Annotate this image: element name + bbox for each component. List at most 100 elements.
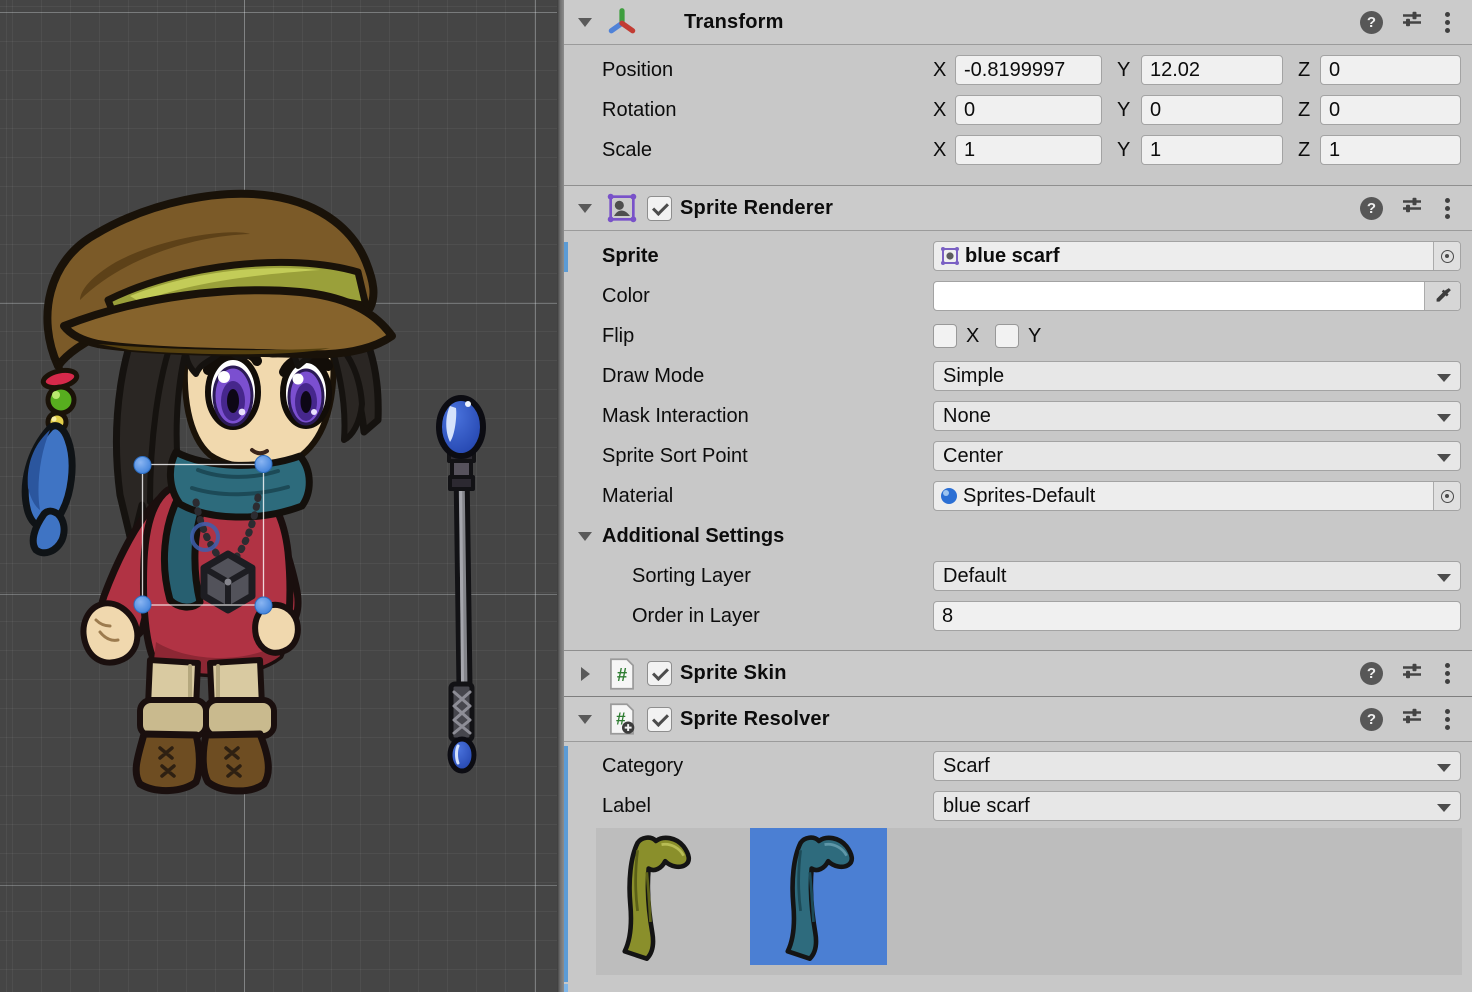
panel-divider[interactable] (557, 0, 564, 992)
unity-editor: Transform ? Position X -0.81 (0, 0, 1472, 992)
thumbnail-blue-scarf[interactable] (773, 833, 865, 963)
material-row: Material Sprites-Default (564, 481, 1472, 511)
scale-label: Scale (602, 135, 652, 165)
object-picker-icon[interactable] (1433, 482, 1460, 510)
help-icon[interactable]: ? (1360, 708, 1383, 731)
flip-y-label: Y (1028, 321, 1041, 351)
order-in-layer-field[interactable]: 8 (933, 601, 1461, 631)
draw-mode-label: Draw Mode (602, 361, 704, 391)
foldout-open-icon[interactable] (578, 712, 592, 726)
foldout-open-icon[interactable] (578, 529, 592, 543)
sprite-sort-point-value: Center (943, 445, 1003, 467)
more-options-icon[interactable] (1445, 671, 1450, 676)
sorting-layer-row: Sorting Layer Default (564, 561, 1472, 591)
presets-icon[interactable] (1400, 7, 1424, 37)
color-swatch[interactable] (933, 281, 1461, 311)
sorting-layer-value: Default (943, 565, 1006, 587)
sprite-object-field[interactable]: blue scarf (933, 241, 1461, 271)
enabled-checkbox[interactable] (647, 196, 672, 221)
flip-x-checkbox[interactable] (933, 324, 957, 348)
position-z-field[interactable]: 0 (1320, 55, 1461, 85)
help-icon[interactable]: ? (1360, 662, 1383, 685)
transform-header[interactable]: Transform ? (564, 0, 1472, 45)
flip-y-checkbox[interactable] (995, 324, 1019, 348)
chevron-down-icon (1437, 454, 1451, 462)
eyedropper-icon[interactable] (1424, 282, 1460, 310)
script-icon: # (606, 658, 638, 690)
sprite-resolver-header[interactable]: # Sprite Resolver ? (564, 697, 1472, 742)
sorting-layer-dropdown[interactable]: Default (933, 561, 1461, 591)
script-plus-icon: # (606, 703, 638, 735)
foldout-open-icon[interactable] (578, 201, 592, 215)
more-options-icon[interactable] (1445, 717, 1450, 722)
axis-x-label: X (933, 135, 955, 165)
additional-settings-row[interactable]: Additional Settings (564, 521, 1472, 551)
axis-z-label: Z (1298, 55, 1320, 85)
more-options-icon[interactable] (1445, 206, 1450, 211)
character-sprite[interactable] (25, 194, 392, 791)
sprite-resolver-component: # Sprite Resolver ? (564, 697, 1472, 992)
help-icon[interactable]: ? (1360, 11, 1383, 34)
foldout-closed-icon[interactable] (578, 667, 592, 681)
selection-handle[interactable] (255, 597, 272, 614)
rotation-y-field[interactable]: 0 (1141, 95, 1283, 125)
staff-sprite[interactable] (439, 398, 483, 771)
label-label: Label (602, 791, 651, 821)
scale-y-field[interactable]: 1 (1141, 135, 1283, 165)
axis-y-label: Y (1117, 55, 1141, 85)
rotation-label: Rotation (602, 95, 677, 125)
category-row: Category Scarf (564, 751, 1472, 781)
sprite-row: Sprite blue scarf (564, 241, 1472, 271)
color-row: Color (564, 281, 1472, 311)
scale-z-field[interactable]: 1 (1320, 135, 1461, 165)
object-picker-icon[interactable] (1433, 242, 1460, 270)
sprite-renderer-header[interactable]: Sprite Renderer ? (564, 186, 1472, 231)
scale-row: Scale X 1 Y 1 Z 1 (564, 135, 1472, 165)
axis-x-label: X (933, 95, 955, 125)
enabled-checkbox[interactable] (647, 707, 672, 732)
component-title: Transform (684, 11, 784, 34)
rotation-x-field[interactable]: 0 (955, 95, 1102, 125)
material-object-field[interactable]: Sprites-Default (933, 481, 1461, 511)
axis-z-label: Z (1298, 135, 1320, 165)
position-x-field[interactable]: -0.8199997 (955, 55, 1102, 85)
sprite-value: blue scarf (965, 242, 1059, 270)
prefab-override-bar (564, 746, 568, 982)
label-dropdown[interactable]: blue scarf (933, 791, 1461, 821)
rotation-row: Rotation X 0 Y 0 Z 0 (564, 95, 1472, 125)
svg-text:#: # (617, 663, 627, 684)
enabled-checkbox[interactable] (647, 661, 672, 686)
presets-icon[interactable] (1400, 193, 1424, 223)
position-y-field[interactable]: 12.02 (1141, 55, 1283, 85)
selection-handle[interactable] (134, 457, 151, 474)
draw-mode-row: Draw Mode Simple (564, 361, 1472, 391)
chevron-down-icon (1437, 374, 1451, 382)
inspector-panel: Transform ? Position X -0.81 (564, 0, 1472, 992)
selection-handle[interactable] (134, 596, 151, 613)
sprite-sort-point-dropdown[interactable]: Center (933, 441, 1461, 471)
unity-pendant (204, 554, 252, 610)
mask-interaction-dropdown[interactable]: None (933, 401, 1461, 431)
material-label: Material (602, 481, 673, 511)
component-title: Sprite Renderer (680, 197, 833, 220)
draw-mode-dropdown[interactable]: Simple (933, 361, 1461, 391)
additional-settings-label: Additional Settings (602, 521, 784, 551)
flip-x-label: X (966, 321, 979, 351)
transform-icon (606, 6, 638, 38)
scene-view[interactable] (0, 0, 557, 992)
category-dropdown[interactable]: Scarf (933, 751, 1461, 781)
axis-z-label: Z (1298, 95, 1320, 125)
sprite-skin-component: # Sprite Skin ? (564, 651, 1472, 696)
presets-icon[interactable] (1400, 659, 1424, 689)
presets-icon[interactable] (1400, 704, 1424, 734)
axis-x-label: X (933, 55, 955, 85)
scale-x-field[interactable]: 1 (955, 135, 1102, 165)
rotation-z-field[interactable]: 0 (1320, 95, 1461, 125)
sprite-skin-header[interactable]: # Sprite Skin ? (564, 651, 1472, 696)
help-icon[interactable]: ? (1360, 197, 1383, 220)
more-options-icon[interactable] (1445, 20, 1450, 25)
component-title: Sprite Resolver (680, 708, 830, 731)
foldout-open-icon[interactable] (578, 15, 592, 29)
thumbnail-green-scarf[interactable] (610, 833, 702, 963)
selection-handle[interactable] (255, 456, 272, 473)
